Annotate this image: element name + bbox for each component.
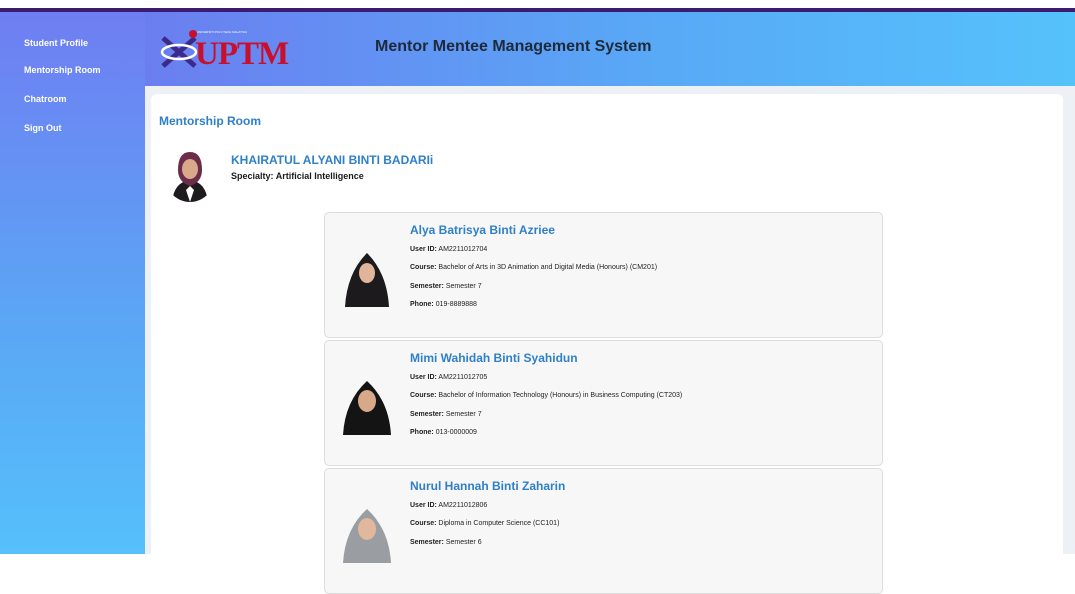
uptm-logo[interactable]: UNIVERSITI POLY-TECH MALAYSIA UPTM: [157, 22, 289, 74]
sidebar-item-student-profile[interactable]: Student Profile: [24, 38, 88, 48]
mentor-specialty-label: Specialty:: [231, 171, 274, 181]
sidebar-item-sign-out[interactable]: Sign Out: [24, 123, 62, 133]
mentee-semester: Semester: Semester 7: [410, 283, 482, 290]
mentee-name: Alya Batrisya Binti Azriee: [410, 223, 555, 237]
mentee-course: Course: Diploma in Computer Science (CC1…: [410, 520, 560, 527]
page-header-title: Mentor Mentee Management System: [375, 38, 652, 55]
logo-tagline: UNIVERSITI POLY-TECH MALAYSIA: [197, 30, 247, 34]
sidebar-item-mentorship-room[interactable]: Mentorship Room: [24, 65, 101, 75]
top-strip: [0, 0, 1075, 8]
mentee-name: Nurul Hannah Binti Zaharin: [410, 479, 566, 493]
mentee-user-id: User ID: AM2211012806: [410, 502, 488, 509]
mentee-avatar: [339, 371, 395, 435]
mentee-user-id: User ID: AM2211012705: [410, 374, 488, 381]
mentee-user-id: User ID: AM2211012704: [410, 246, 488, 253]
mentorship-room-panel: Mentorship Room KHAIRATUL ALYANI BINTI B…: [151, 94, 1063, 594]
mentee-name: Mimi Wahidah Binti Syahidun: [410, 351, 578, 365]
mentee-card: Mimi Wahidah Binti Syahidun User ID: AM2…: [324, 340, 883, 466]
mentee-avatar: [339, 499, 395, 563]
mentor-specialty: Specialty: Artificial Intelligence: [231, 171, 364, 181]
mentee-avatar: [339, 243, 395, 307]
page-title: Mentorship Room: [159, 114, 261, 128]
mentor-specialty-value: Artificial Intelligence: [275, 171, 364, 181]
mentor-avatar: [164, 146, 216, 202]
header: UNIVERSITI POLY-TECH MALAYSIA UPTM Mento…: [145, 12, 1075, 86]
mentor-name: KHAIRATUL ALYANI BINTI BADARIi: [231, 153, 434, 167]
mentee-semester: Semester: Semester 7: [410, 411, 482, 418]
sidebar: Student Profile Mentorship Room Chatroom…: [0, 12, 145, 554]
sidebar-item-chatroom[interactable]: Chatroom: [24, 94, 67, 104]
mentee-course: Course: Bachelor of Information Technolo…: [410, 392, 683, 399]
mentee-phone: Phone: 019-8889888: [410, 301, 477, 308]
mentee-phone: Phone: 013-0000009: [410, 429, 477, 436]
mentee-course: Course: Bachelor of Arts in 3D Animation…: [410, 264, 658, 271]
logo-wordmark: UPTM: [195, 36, 289, 72]
mentee-card: Alya Batrisya Binti Azriee User ID: AM22…: [324, 212, 883, 338]
mentee-card: Nurul Hannah Binti Zaharin User ID: AM22…: [324, 468, 883, 594]
mentee-semester: Semester: Semester 6: [410, 539, 482, 546]
